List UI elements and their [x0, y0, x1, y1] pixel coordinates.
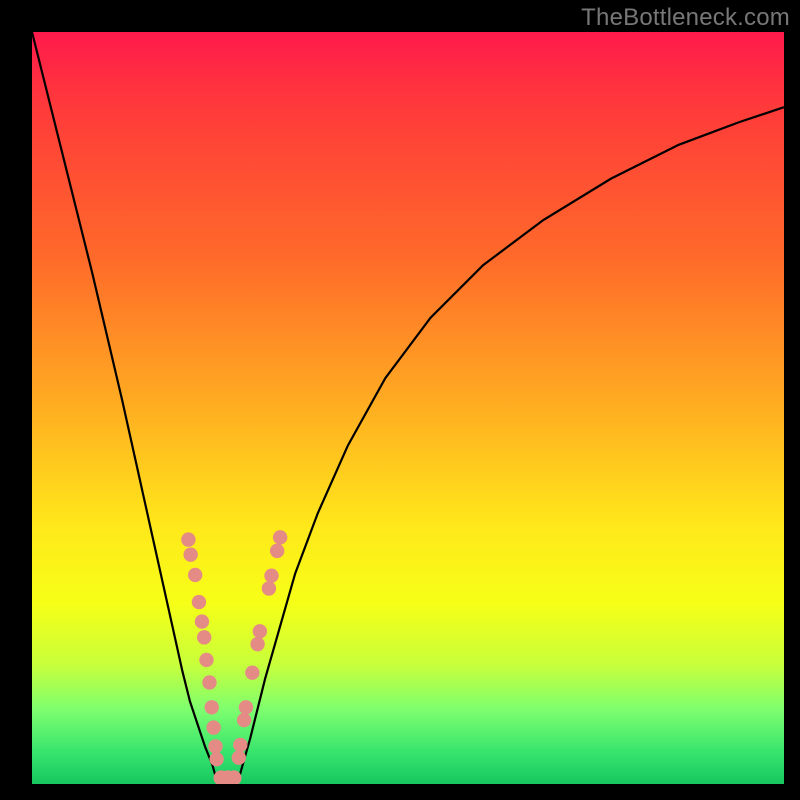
data-marker [192, 595, 206, 609]
data-marker [232, 750, 246, 764]
data-marker [273, 530, 287, 544]
curve-group [32, 32, 784, 784]
data-marker [253, 624, 267, 638]
data-marker [270, 544, 284, 558]
data-marker [199, 653, 213, 667]
data-marker [181, 532, 195, 546]
chart-stage: TheBottleneck.com [0, 0, 800, 800]
data-marker [195, 614, 209, 628]
data-marker [206, 720, 220, 734]
data-marker [208, 739, 222, 753]
data-marker [262, 581, 276, 595]
data-marker [197, 630, 211, 644]
chart-svg [32, 32, 784, 784]
data-marker [245, 666, 259, 680]
data-marker [205, 700, 219, 714]
bottleneck-curve [32, 32, 784, 784]
data-marker [209, 752, 223, 766]
data-marker [188, 568, 202, 582]
data-marker [183, 547, 197, 561]
data-marker [239, 700, 253, 714]
data-marker [237, 713, 251, 727]
data-marker [233, 738, 247, 752]
plot-area [32, 32, 784, 784]
data-marker [250, 637, 264, 651]
data-marker [264, 568, 278, 582]
watermark-text: TheBottleneck.com [581, 4, 790, 32]
data-marker [202, 675, 216, 689]
